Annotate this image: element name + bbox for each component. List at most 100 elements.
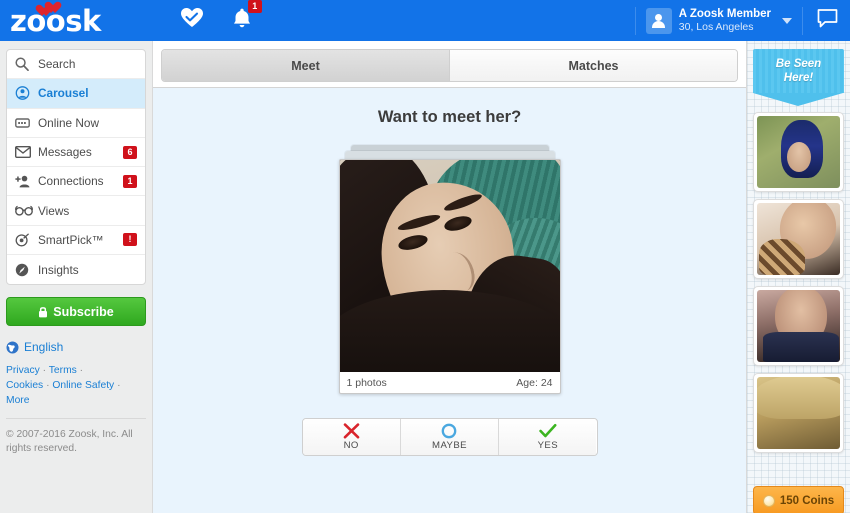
- circle-icon: [442, 423, 457, 439]
- header-right: A Zoosk Member 30, Los Angeles: [634, 0, 850, 41]
- footer-links: Privacy · Terms · Cookies · Online Safet…: [6, 363, 146, 408]
- notification-badge: 1: [247, 0, 262, 13]
- top-header: zoosk 1 A Zoosk Member 30, Los Angeles: [0, 0, 850, 41]
- sidebar-label: SmartPick™: [38, 232, 104, 247]
- tab-bar: Meet Matches: [153, 41, 746, 87]
- thumbnail-2[interactable]: [753, 199, 844, 279]
- chevron-down-icon: [782, 17, 792, 24]
- smartpick-badge: !: [123, 233, 137, 247]
- footer-separator: ·: [79, 365, 84, 377]
- online-now-icon: [15, 117, 34, 129]
- footer-link-more[interactable]: More: [6, 395, 29, 406]
- nav-card: Search Carousel Online Now Messages 6 Co…: [6, 49, 146, 286]
- user-menu[interactable]: A Zoosk Member 30, Los Angeles: [636, 7, 802, 34]
- profile-age: Age: 24: [516, 377, 553, 389]
- glasses-icon: [15, 205, 34, 216]
- sidebar-label: Messages: [38, 145, 92, 160]
- sidebar-label: Views: [38, 203, 70, 218]
- tab-label: Meet: [291, 58, 320, 73]
- tab-label: Matches: [568, 58, 619, 73]
- photo-count: 1 photos: [346, 377, 387, 389]
- subscribe-button[interactable]: Subscribe: [6, 297, 146, 327]
- carousel-icon: [15, 86, 34, 101]
- search-icon: [15, 57, 34, 72]
- footer-link-privacy[interactable]: Privacy: [6, 365, 40, 376]
- no-button[interactable]: NO: [302, 419, 400, 455]
- sidebar-label: Online Now: [38, 115, 99, 130]
- subscribe-label: Subscribe: [53, 304, 114, 319]
- action-button-group: NO MAYBE YES: [301, 418, 598, 456]
- footer-separator: ·: [42, 365, 47, 377]
- promo-line-2: Here!: [783, 72, 814, 84]
- heart-check-icon[interactable]: [180, 8, 203, 33]
- be-seen-here-promo[interactable]: Be Seen Here!: [753, 49, 844, 106]
- chat-bubble-icon[interactable]: [803, 8, 850, 33]
- thumbnail-4[interactable]: [753, 373, 844, 453]
- tab-meet[interactable]: Meet: [162, 50, 449, 81]
- coins-button[interactable]: 150 Coins: [753, 486, 844, 513]
- main-content: Meet Matches Want to meet her? 1 photos …: [152, 41, 747, 513]
- profile-card-stack: 1 photos Age: 24: [338, 145, 561, 394]
- sidebar-label: Carousel: [38, 86, 89, 101]
- bell-icon[interactable]: 1: [233, 0, 262, 33]
- target-icon: [15, 233, 34, 247]
- thumbnail-1[interactable]: [753, 112, 844, 192]
- profile-photo: [339, 160, 560, 372]
- yes-button[interactable]: YES: [498, 419, 597, 455]
- lock-icon: [39, 307, 48, 318]
- thumbnail-3[interactable]: [753, 286, 844, 366]
- person-silhouette-icon: [651, 13, 666, 28]
- envelope-icon: [15, 146, 34, 159]
- zoosk-logo[interactable]: zoosk: [10, 6, 101, 36]
- coin-icon: [762, 494, 775, 507]
- left-sidebar: Search Carousel Online Now Messages 6 Co…: [0, 41, 152, 513]
- user-location: 30, Los Angeles: [678, 21, 754, 34]
- yes-label: YES: [537, 440, 559, 451]
- speedometer-icon: [15, 263, 34, 277]
- tab-matches[interactable]: Matches: [449, 50, 737, 81]
- x-mark-icon: [343, 423, 359, 439]
- no-label: NO: [343, 440, 359, 451]
- sidebar-item-messages[interactable]: Messages 6: [7, 138, 145, 168]
- maybe-label: MAYBE: [432, 440, 467, 451]
- footer-link-cookies[interactable]: Cookies: [6, 380, 43, 391]
- sidebar-item-connections[interactable]: Connections 1: [7, 167, 145, 197]
- check-mark-icon: [539, 423, 557, 438]
- footer-link-online-safety[interactable]: Online Safety: [52, 380, 114, 391]
- user-name: A Zoosk Member: [678, 7, 771, 20]
- sidebar-item-insights[interactable]: Insights: [7, 255, 145, 284]
- sidebar-item-online-now[interactable]: Online Now: [7, 109, 145, 138]
- sidebar-label: Connections: [38, 174, 104, 189]
- person-add-icon: [15, 175, 34, 188]
- sidebar-label: Search: [38, 57, 76, 72]
- language-label: English: [24, 340, 64, 355]
- body-row: Search Carousel Online Now Messages 6 Co…: [0, 41, 850, 513]
- sidebar-item-views[interactable]: Views: [7, 196, 145, 226]
- sidebar-item-search[interactable]: Search: [7, 50, 145, 80]
- messages-badge: 6: [123, 145, 137, 159]
- globe-icon: [6, 341, 19, 354]
- sidebar-item-carousel[interactable]: Carousel: [7, 79, 145, 109]
- copyright-text: © 2007-2016 Zoosk, Inc. All rights reser…: [6, 429, 133, 455]
- footer-divider: [6, 418, 146, 420]
- coins-label: 150 Coins: [779, 494, 835, 507]
- profile-photo-card[interactable]: 1 photos Age: 24: [338, 159, 561, 394]
- zoosk-app: zoosk 1 A Zoosk Member 30, Los Angeles S…: [0, 0, 850, 513]
- footer-link-terms[interactable]: Terms: [49, 365, 77, 376]
- right-rail: Be Seen Here! 150 Coins: [747, 41, 850, 513]
- ribbon-tail: [753, 93, 843, 106]
- sidebar-label: Insights: [38, 262, 79, 277]
- connections-badge: 1: [123, 174, 137, 188]
- portrait-image: [339, 160, 560, 372]
- photo-meta-bar: 1 photos Age: 24: [340, 372, 560, 393]
- footer-separator: ·: [46, 380, 50, 392]
- carousel-stage: Want to meet her? 1 photos Age: 24 NO MA…: [153, 87, 746, 513]
- promo-line-1: Be Seen: [775, 58, 822, 70]
- maybe-button[interactable]: MAYBE: [399, 419, 499, 455]
- page-title: Want to meet her?: [377, 108, 522, 126]
- footer-separator: ·: [117, 380, 121, 392]
- sidebar-item-smartpick[interactable]: SmartPick™ !: [7, 226, 145, 256]
- header-icon-group: 1: [180, 0, 262, 33]
- avatar: [645, 7, 672, 34]
- language-selector[interactable]: English: [6, 340, 146, 354]
